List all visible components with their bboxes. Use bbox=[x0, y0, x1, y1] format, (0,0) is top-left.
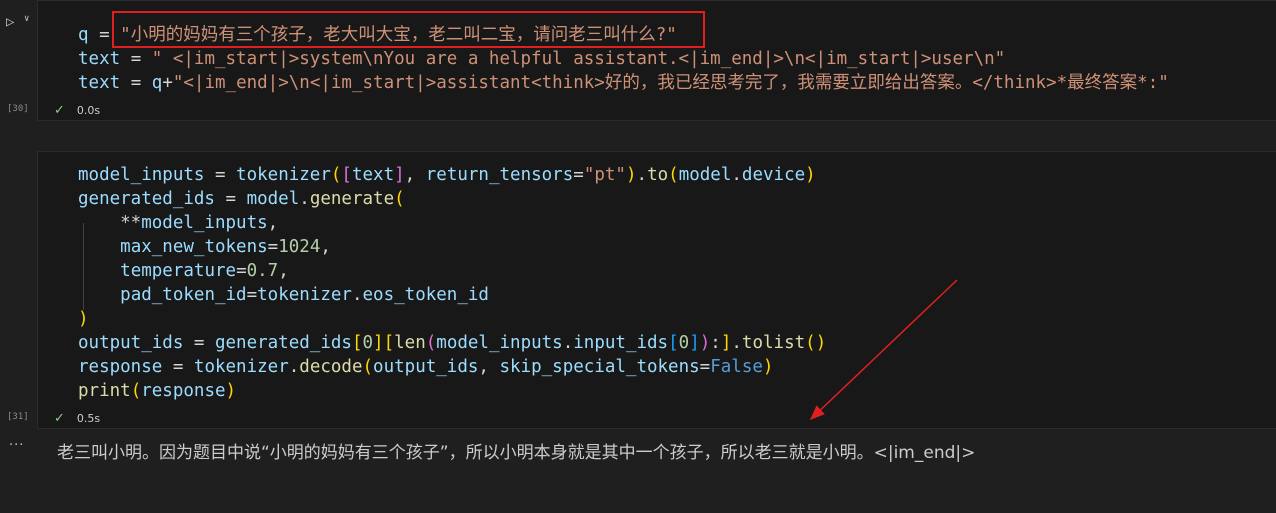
annotation-arrow bbox=[809, 279, 958, 421]
